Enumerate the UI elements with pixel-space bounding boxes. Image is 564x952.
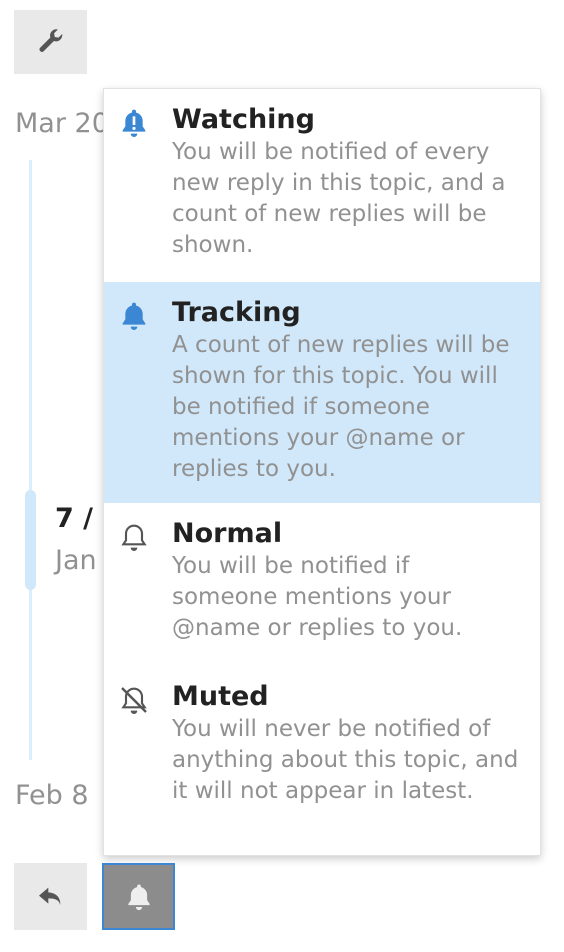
menu-item-title: Muted [172, 681, 269, 712]
notification-level-menu: Watching You will be notified of every n… [103, 88, 541, 856]
reply-button[interactable] [14, 863, 87, 930]
menu-item-watching[interactable]: Watching You will be notified of every n… [104, 89, 540, 282]
bell-filled-icon [122, 302, 146, 330]
menu-item-title: Tracking [172, 297, 301, 328]
menu-item-description: You will be notified if someone mentions… [172, 553, 463, 641]
menu-item-description: You will never be notified of anything a… [172, 716, 519, 804]
menu-item-muted[interactable]: Muted You will never be notified of anyt… [104, 666, 540, 855]
bell-outline-icon [121, 524, 147, 551]
wrench-icon [39, 29, 62, 52]
menu-item-tracking[interactable]: Tracking A count of new replies will be … [104, 282, 540, 503]
menu-item-description: A count of new replies will be shown for… [172, 332, 510, 482]
bell-exclamation-icon [122, 109, 146, 137]
timeline-handle[interactable] [25, 490, 36, 590]
admin-wrench-button[interactable] [14, 10, 87, 74]
menu-item-normal[interactable]: Normal You will be notified if someone m… [104, 503, 540, 666]
timeline-end-date[interactable]: Feb 8 [15, 780, 89, 811]
bell-slash-icon [121, 687, 147, 714]
menu-item-description: You will be notified of every new reply … [172, 139, 506, 258]
timeline-position: 7 / [55, 503, 94, 534]
notifications-button[interactable] [102, 863, 175, 930]
timeline-position-date: Jan [55, 545, 97, 576]
menu-item-title: Watching [172, 104, 315, 135]
timeline-start-date[interactable]: Mar 20 [15, 108, 109, 139]
timeline-track[interactable] [29, 160, 32, 760]
menu-item-title: Normal [172, 518, 283, 549]
reply-icon [38, 887, 60, 905]
bell-icon [127, 884, 150, 910]
